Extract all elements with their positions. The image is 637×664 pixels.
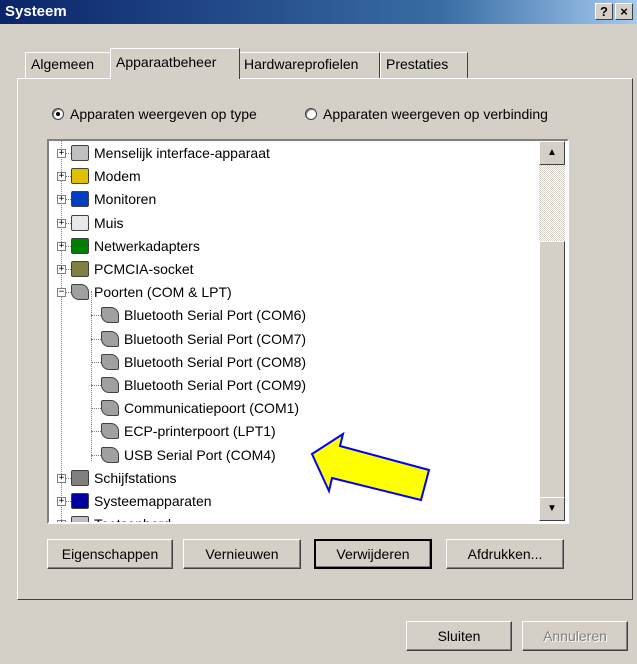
scroll-down-button[interactable]: ▼ [539, 497, 565, 521]
device-item[interactable]: Communicatiepoort (COM1) [101, 398, 299, 418]
view-by-type-label: Apparaten weergeven op type [70, 106, 257, 122]
tree-connector [91, 385, 101, 386]
expand-toggle-icon[interactable]: + [57, 172, 66, 182]
tab-hardware-profiles[interactable]: Hardwareprofielen [238, 52, 380, 78]
device-label: Monitoren [94, 191, 157, 208]
port-icon [101, 423, 119, 440]
help-button[interactable]: ? [595, 3, 613, 20]
device-item[interactable]: Bluetooth Serial Port (COM6) [101, 305, 306, 325]
expand-toggle-icon[interactable]: + [57, 218, 66, 228]
view-by-connection-label: Apparaten weergeven op verbinding [323, 106, 548, 122]
port-icon [101, 377, 119, 393]
disk-drive-icon [71, 469, 89, 486]
keyboard-device-icon [71, 145, 89, 161]
collapse-toggle-icon[interactable]: − [57, 288, 66, 298]
port-icon [101, 400, 119, 417]
window-title: Systeem [5, 3, 67, 20]
port-icon [71, 284, 89, 301]
radio-unselected-icon [305, 108, 317, 120]
remove-button[interactable]: Verwijderen [314, 539, 432, 569]
device-label: Bluetooth Serial Port (COM7) [124, 330, 307, 347]
radio-selected-icon [52, 108, 64, 120]
device-label: Muis [94, 214, 124, 231]
close-window-button[interactable]: × [615, 3, 633, 20]
modem-icon [71, 168, 89, 185]
device-label: Menselijk interface-apparaat [94, 145, 270, 161]
tree-connector [91, 315, 101, 317]
tree-connector [91, 338, 101, 340]
device-category[interactable]: Poorten (COM & LPT) [71, 282, 232, 302]
device-category[interactable]: Monitoren [71, 189, 156, 209]
device-label: Netwerkadapters [94, 237, 200, 254]
tree-connector [91, 431, 101, 433]
pcmcia-icon [71, 261, 89, 277]
device-label: Schijfstations [94, 469, 177, 486]
device-category[interactable]: PCMCIA-socket [71, 259, 194, 279]
device-label: Systeemapparaten [94, 493, 212, 509]
cancel-button[interactable]: Annuleren [522, 621, 628, 651]
tab-performance[interactable]: Prestaties [380, 52, 468, 78]
scroll-thumb[interactable] [539, 241, 565, 499]
port-icon [101, 307, 119, 324]
network-adapter-icon [71, 237, 89, 254]
device-category[interactable]: Systeemapparaten [71, 491, 212, 511]
port-icon [101, 353, 119, 370]
device-category[interactable]: Muis [71, 213, 124, 233]
tree-connector [91, 361, 101, 363]
expand-toggle-icon[interactable]: + [57, 149, 66, 158]
view-by-type-option[interactable]: Apparaten weergeven op type [52, 106, 257, 122]
device-category[interactable]: Modem [71, 166, 141, 186]
port-icon [101, 446, 119, 463]
tree-connector [91, 408, 101, 410]
expand-toggle-icon[interactable]: + [57, 473, 66, 483]
mouse-icon [71, 214, 89, 231]
device-label: Toetsenbord [94, 516, 171, 522]
device-label: Bluetooth Serial Port (COM9) [124, 377, 307, 393]
port-icon [101, 330, 119, 347]
view-by-connection-option[interactable]: Apparaten weergeven op verbinding [305, 106, 548, 122]
tree-scrollbar[interactable]: ▲ ▼ [539, 141, 565, 521]
refresh-button[interactable]: Vernieuwen [183, 539, 301, 569]
device-category[interactable]: Menselijk interface-apparaat [71, 143, 270, 163]
device-category[interactable]: Netwerkadapters [71, 236, 200, 256]
tree-connector [91, 454, 101, 456]
expand-toggle-icon[interactable]: + [57, 497, 66, 506]
device-item[interactable]: Bluetooth Serial Port (COM8) [101, 352, 306, 372]
device-item[interactable]: ECP-printerpoort (LPT1) [101, 421, 276, 441]
expand-toggle-icon[interactable]: + [57, 195, 66, 205]
device-label: USB Serial Port (COM4) [124, 446, 276, 463]
device-label: ECP-printerpoort (LPT1) [124, 423, 276, 440]
device-label: Communicatiepoort (COM1) [124, 400, 300, 417]
device-label: Modem [94, 168, 141, 185]
device-item[interactable]: Bluetooth Serial Port (COM7) [101, 329, 306, 349]
monitor-icon [71, 191, 89, 208]
device-category[interactable]: Schijfstations [71, 468, 176, 488]
title-bar[interactable]: Systeem ? × [0, 0, 637, 24]
expand-toggle-icon[interactable]: + [57, 265, 66, 274]
device-item[interactable]: USB Serial Port (COM4) [101, 445, 276, 465]
expand-toggle-icon[interactable]: + [57, 241, 66, 251]
device-category[interactable]: Toetsenbord [71, 514, 171, 522]
keyboard-icon [71, 516, 89, 522]
scroll-up-button[interactable]: ▲ [539, 141, 565, 165]
device-tree[interactable]: Menselijk interface-apparaat + Modem + Monit… [47, 139, 569, 524]
tab-general[interactable]: Algemeen [25, 52, 112, 78]
system-properties-window: Systeem ? × Algemeen Apparaatbeheer Hard… [0, 0, 637, 664]
close-button[interactable]: Sluiten [406, 621, 512, 651]
properties-button[interactable]: Eigenschappen [47, 539, 173, 569]
device-item[interactable]: Bluetooth Serial Port (COM9) [101, 375, 306, 395]
tree-connector [91, 291, 92, 461]
tab-device-manager[interactable]: Apparaatbeheer [110, 48, 240, 79]
system-device-icon [71, 493, 89, 509]
expand-toggle-icon[interactable]: + [57, 520, 66, 522]
device-label: Poorten (COM & LPT) [94, 284, 232, 301]
device-label: PCMCIA-socket [94, 261, 194, 277]
device-label: Bluetooth Serial Port (COM8) [124, 353, 307, 370]
print-button[interactable]: Afdrukken... [446, 539, 564, 569]
device-label: Bluetooth Serial Port (COM6) [124, 307, 307, 324]
